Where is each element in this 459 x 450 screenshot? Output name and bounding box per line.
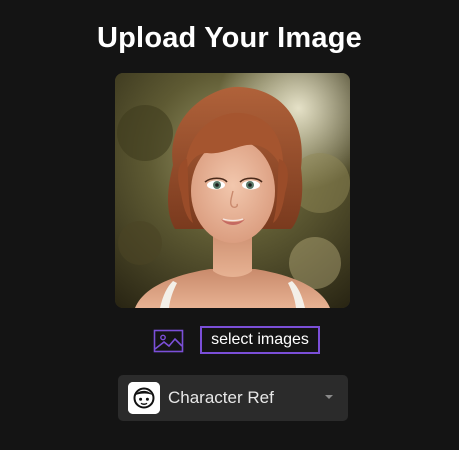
- image-gallery-icon[interactable]: [153, 329, 184, 353]
- upload-controls: select images: [0, 325, 459, 357]
- dropdown-selected-value: Character Ref: [168, 388, 274, 407]
- character-ref-dropdown[interactable]: Character Ref: [118, 375, 348, 421]
- chevron-down-icon: [325, 395, 333, 399]
- upload-page: Upload Your Image select images Characte…: [0, 0, 459, 450]
- page-title: Upload Your Image: [97, 22, 362, 54]
- character-face-icon: [128, 382, 160, 414]
- select-images-button[interactable]: select images: [200, 326, 320, 354]
- image-preview[interactable]: [115, 73, 350, 308]
- portrait-photo: [115, 73, 350, 308]
